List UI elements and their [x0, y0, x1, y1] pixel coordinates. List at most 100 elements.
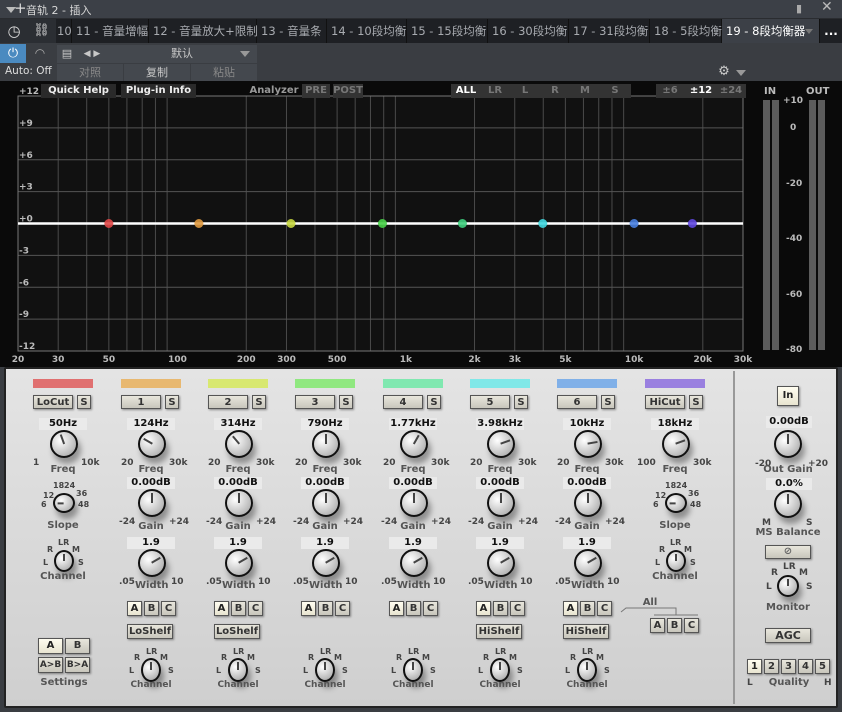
tab-item[interactable]: 11 - 音量增幅 — [72, 19, 149, 43]
tab-item[interactable]: 15 - 15段均衡 — [407, 19, 488, 43]
filter-type-button[interactable]: LoShelf — [127, 624, 173, 639]
gain-knob[interactable] — [225, 489, 253, 517]
reset-button[interactable]: ⊘ — [765, 545, 811, 559]
paste-button[interactable]: 粘贴 — [191, 64, 257, 82]
band-a-button[interactable]: A — [563, 601, 578, 616]
band-b-button[interactable]: B — [493, 601, 508, 616]
preset-nav-arrows[interactable]: ◀ ▶ — [77, 45, 107, 63]
gain-knob[interactable] — [138, 489, 166, 517]
gain-knob[interactable] — [574, 489, 602, 517]
freq-knob[interactable] — [400, 430, 428, 458]
band-solo-button[interactable]: S — [339, 395, 353, 409]
width-knob[interactable] — [138, 549, 166, 577]
channel-r-button[interactable]: R — [545, 84, 565, 98]
channel-knob[interactable] — [54, 550, 74, 572]
band-solo-button[interactable]: S — [689, 395, 703, 409]
freq-knob[interactable] — [574, 430, 602, 458]
band-enable-button[interactable]: 2 — [208, 395, 248, 409]
filter-type-button[interactable]: HiShelf — [563, 624, 609, 639]
band-enable-button[interactable]: 6 — [557, 395, 597, 409]
tab-item[interactable]: 18 - 5段均衡 — [650, 19, 722, 43]
range-12-button[interactable]: ±12 — [688, 84, 714, 98]
in-button[interactable]: In — [777, 386, 799, 406]
band-c-button[interactable]: C — [597, 601, 612, 616]
out-gain-knob[interactable] — [774, 430, 802, 458]
band-handle[interactable] — [457, 219, 467, 228]
band-b-button[interactable]: B — [580, 601, 595, 616]
range-24-button[interactable]: ±24 — [718, 84, 744, 98]
slope-knob[interactable] — [665, 493, 687, 513]
tab-overflow[interactable]: 10 — [56, 19, 72, 43]
band-b-button[interactable]: B — [231, 601, 246, 616]
monitor-knob[interactable] — [777, 575, 799, 597]
gain-knob[interactable] — [400, 489, 428, 517]
add-icon[interactable]: + — [14, 0, 27, 17]
band-c-button[interactable]: C — [423, 601, 438, 616]
width-knob[interactable] — [312, 549, 340, 577]
band-a-button[interactable]: A — [214, 601, 229, 616]
freq-knob[interactable] — [138, 430, 166, 458]
band-handle[interactable] — [629, 219, 639, 228]
band-handle[interactable] — [538, 219, 548, 228]
tab-item[interactable]: 14 - 10段均衡 — [327, 19, 407, 43]
band-c-button[interactable]: C — [248, 601, 263, 616]
band-a-button[interactable]: A — [389, 601, 404, 616]
tab-item[interactable]: 16 - 30段均衡 — [488, 19, 569, 43]
tab-active[interactable]: 19 - 8段均衡器 — [722, 19, 820, 43]
band-enable-button[interactable]: 5 — [470, 395, 510, 409]
eq-graph[interactable]: +12+9+6+3+0-3-6-9-1220 30 50 100 200 300 500 1k… — [0, 81, 842, 367]
band-c-button[interactable]: C — [335, 601, 350, 616]
channel-knob[interactable] — [315, 658, 335, 682]
band-handle[interactable] — [104, 219, 114, 228]
copy-b-to-a-button[interactable]: B>A — [65, 657, 90, 673]
quality-3-button[interactable]: 3 — [781, 659, 796, 674]
freq-knob[interactable] — [225, 430, 253, 458]
band-c-button[interactable]: C — [161, 601, 176, 616]
band-b-button[interactable]: B — [406, 601, 421, 616]
band-b-button[interactable]: B — [144, 601, 159, 616]
band-handle[interactable] — [377, 219, 387, 228]
band-handle[interactable] — [286, 219, 296, 228]
ms-balance-knob[interactable] — [774, 490, 802, 518]
freq-knob[interactable] — [50, 430, 78, 458]
channel-knob[interactable] — [141, 658, 161, 682]
band-enable-button[interactable]: 1 — [121, 395, 161, 409]
band-solo-button[interactable]: S — [77, 395, 91, 409]
band-enable-button[interactable]: 3 — [295, 395, 335, 409]
all-b-button[interactable]: B — [667, 618, 682, 633]
width-knob[interactable] — [225, 549, 253, 577]
channel-lr-button[interactable]: LR — [484, 84, 506, 98]
band-solo-button[interactable]: S — [601, 395, 615, 409]
band-solo-button[interactable]: S — [514, 395, 528, 409]
power-button[interactable]: ⏻ — [0, 44, 26, 63]
timer-icon[interactable]: ◷ — [0, 19, 28, 43]
chevron-down-icon[interactable] — [736, 70, 746, 76]
quality-1-button[interactable]: 1 — [747, 659, 762, 674]
width-knob[interactable] — [574, 549, 602, 577]
all-a-button[interactable]: A — [650, 618, 665, 633]
auto-status[interactable]: Auto: Off — [5, 65, 52, 77]
channel-knob[interactable] — [666, 550, 686, 572]
pin-icon[interactable]: ▮ — [796, 2, 802, 15]
all-c-button[interactable]: C — [684, 618, 699, 633]
channel-knob[interactable] — [490, 658, 510, 682]
freq-knob[interactable] — [312, 430, 340, 458]
plugin-info-button[interactable]: Plug-in Info — [121, 84, 196, 98]
range-6-button[interactable]: ±6 — [658, 84, 682, 98]
routing-icon[interactable]: ⛓ — [28, 19, 55, 43]
chevron-down-icon[interactable] — [805, 29, 813, 34]
band-solo-button[interactable]: S — [252, 395, 266, 409]
analyzer-pre-button[interactable]: PRE — [302, 84, 330, 98]
freq-knob[interactable] — [487, 430, 515, 458]
tab-item[interactable]: 12 - 音量放大+限制 — [149, 19, 258, 43]
channel-knob[interactable] — [577, 658, 597, 682]
band-a-button[interactable]: A — [476, 601, 491, 616]
tab-item[interactable]: 13 - 音量条 — [257, 19, 327, 43]
more-tabs-button[interactable]: ... — [820, 19, 842, 43]
channel-knob[interactable] — [228, 658, 248, 682]
settings-a-button[interactable]: A — [38, 638, 63, 654]
band-handle[interactable] — [687, 219, 697, 228]
quick-help-button[interactable]: Quick Help — [41, 84, 116, 98]
band-enable-button[interactable]: HiCut — [645, 395, 685, 409]
band-a-button[interactable]: A — [301, 601, 316, 616]
